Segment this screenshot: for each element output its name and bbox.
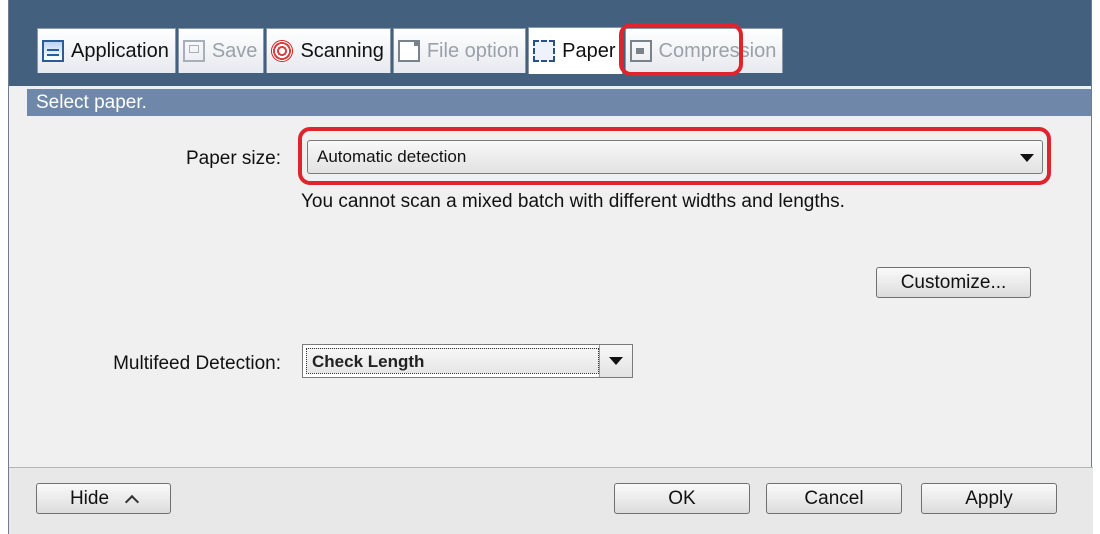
scanning-icon bbox=[271, 40, 294, 62]
hide-button[interactable]: Hide bbox=[36, 483, 171, 514]
tab-label: Application bbox=[71, 39, 169, 62]
customize-button[interactable]: Customize... bbox=[876, 267, 1031, 298]
scan-settings-window: Application Save Scanning File option Pa… bbox=[8, 0, 1093, 534]
tab-paper[interactable]: Paper bbox=[528, 27, 623, 74]
paper-size-label: Paper size: bbox=[185, 148, 281, 169]
tab-label: File option bbox=[426, 39, 520, 62]
tab-label: Compression bbox=[658, 39, 777, 62]
tab-compression[interactable]: Compression bbox=[624, 28, 784, 73]
section-header: Select paper. bbox=[27, 89, 1091, 116]
save-icon bbox=[182, 40, 205, 62]
tab-label: Save bbox=[211, 39, 258, 62]
compression-icon bbox=[629, 40, 652, 62]
chevron-up-icon bbox=[124, 494, 140, 510]
paper-size-dropdown[interactable]: Automatic detection bbox=[307, 140, 1043, 174]
paper-size-note: You cannot scan a mixed batch with diffe… bbox=[301, 191, 845, 212]
multifeed-label: Multifeed Detection: bbox=[113, 353, 281, 374]
paper-size-value: Automatic detection bbox=[317, 147, 467, 166]
tab-file-option[interactable]: File option bbox=[392, 28, 527, 73]
paper-icon bbox=[533, 40, 556, 62]
tab-label: Paper bbox=[562, 39, 616, 62]
dialog-footer: Hide OK Cancel Apply bbox=[9, 467, 1093, 534]
multifeed-dropdown[interactable]: Check Length bbox=[302, 344, 633, 378]
chevron-down-icon[interactable] bbox=[599, 345, 632, 377]
apply-button[interactable]: Apply bbox=[921, 483, 1057, 514]
file-option-icon bbox=[397, 40, 420, 62]
application-icon bbox=[42, 40, 64, 62]
chevron-down-icon bbox=[1020, 154, 1034, 162]
hide-label: Hide bbox=[69, 488, 110, 509]
tab-application[interactable]: Application bbox=[37, 28, 176, 73]
settings-tabs: Application Save Scanning File option Pa… bbox=[37, 27, 785, 74]
ok-button[interactable]: OK bbox=[614, 483, 750, 514]
tab-save[interactable]: Save bbox=[177, 28, 265, 73]
tab-label: Scanning bbox=[300, 39, 384, 62]
cancel-button[interactable]: Cancel bbox=[766, 483, 902, 514]
multifeed-value: Check Length bbox=[306, 348, 599, 374]
tab-scanning[interactable]: Scanning bbox=[266, 28, 391, 73]
